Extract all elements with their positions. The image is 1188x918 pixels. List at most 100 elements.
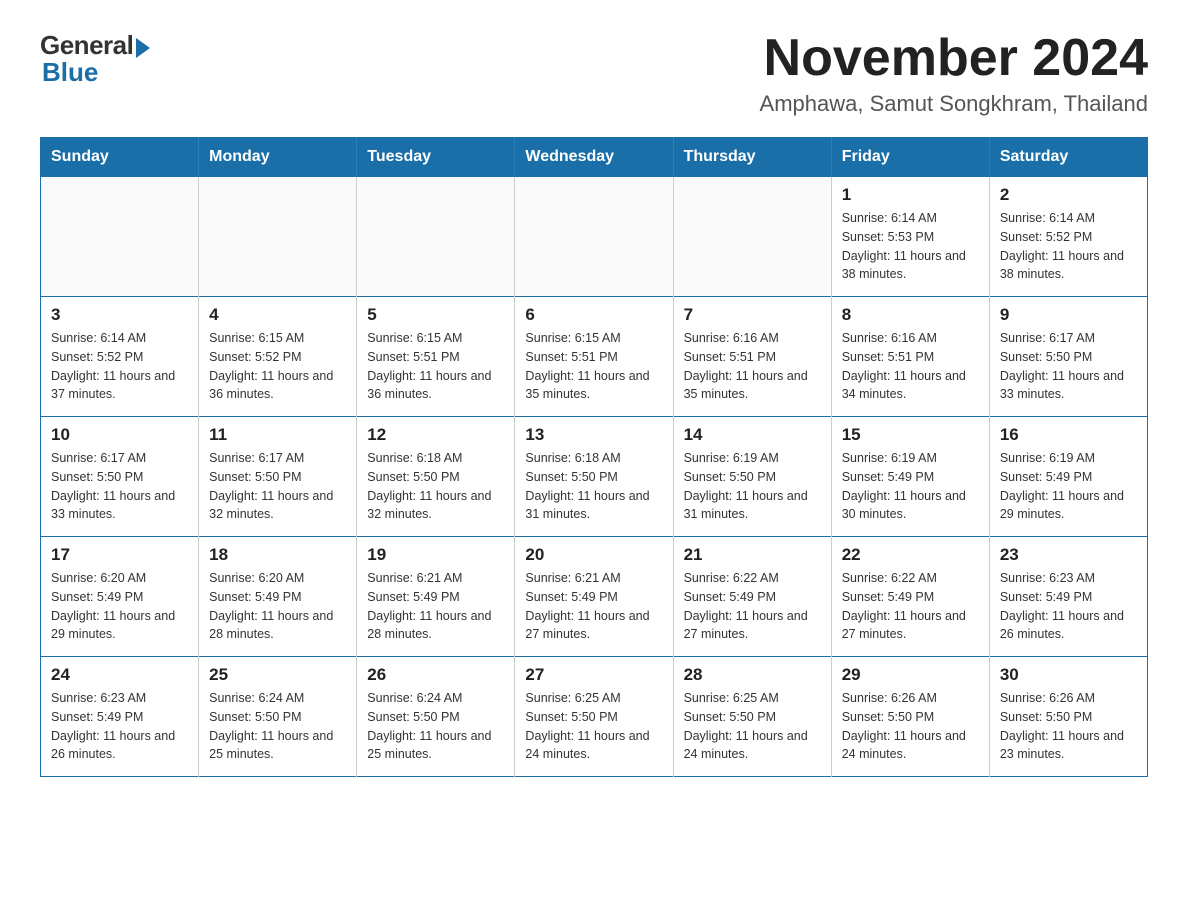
calendar-cell: 16 Sunrise: 6:19 AM Sunset: 5:49 PM Dayli… <box>989 417 1147 537</box>
calendar-subtitle: Amphawa, Samut Songkhram, Thailand <box>760 91 1148 117</box>
title-block: November 2024 Amphawa, Samut Songkhram, … <box>760 30 1148 117</box>
calendar-cell: 25 Sunrise: 6:24 AM Sunset: 5:50 PM Dayli… <box>199 657 357 777</box>
calendar-week-1: 1 Sunrise: 6:14 AM Sunset: 5:53 PM Daylig… <box>41 177 1148 297</box>
day-info: Sunrise: 6:15 AM Sunset: 5:51 PM Dayligh… <box>367 329 504 404</box>
day-info: Sunrise: 6:24 AM Sunset: 5:50 PM Dayligh… <box>209 689 346 764</box>
day-number: 29 <box>842 665 979 685</box>
day-number: 26 <box>367 665 504 685</box>
day-info: Sunrise: 6:25 AM Sunset: 5:50 PM Dayligh… <box>684 689 821 764</box>
calendar-cell: 10 Sunrise: 6:17 AM Sunset: 5:50 PM Dayli… <box>41 417 199 537</box>
calendar-cell: 14 Sunrise: 6:19 AM Sunset: 5:50 PM Dayli… <box>673 417 831 537</box>
day-info: Sunrise: 6:23 AM Sunset: 5:49 PM Dayligh… <box>1000 569 1137 644</box>
day-info: Sunrise: 6:20 AM Sunset: 5:49 PM Dayligh… <box>51 569 188 644</box>
day-info: Sunrise: 6:19 AM Sunset: 5:50 PM Dayligh… <box>684 449 821 524</box>
day-info: Sunrise: 6:18 AM Sunset: 5:50 PM Dayligh… <box>525 449 662 524</box>
day-info: Sunrise: 6:16 AM Sunset: 5:51 PM Dayligh… <box>842 329 979 404</box>
calendar-week-3: 10 Sunrise: 6:17 AM Sunset: 5:50 PM Dayli… <box>41 417 1148 537</box>
day-number: 11 <box>209 425 346 445</box>
calendar-cell: 19 Sunrise: 6:21 AM Sunset: 5:49 PM Dayli… <box>357 537 515 657</box>
calendar-cell: 15 Sunrise: 6:19 AM Sunset: 5:49 PM Dayli… <box>831 417 989 537</box>
calendar-cell: 11Sunrise: 6:17 AM Sunset: 5:50 PM Dayli… <box>199 417 357 537</box>
day-info: Sunrise: 6:17 AM Sunset: 5:50 PM Dayligh… <box>1000 329 1137 404</box>
calendar-week-5: 24 Sunrise: 6:23 AM Sunset: 5:49 PM Dayli… <box>41 657 1148 777</box>
day-number: 6 <box>525 305 662 325</box>
day-info: Sunrise: 6:22 AM Sunset: 5:49 PM Dayligh… <box>684 569 821 644</box>
calendar-cell: 5 Sunrise: 6:15 AM Sunset: 5:51 PM Daylig… <box>357 297 515 417</box>
day-info: Sunrise: 6:26 AM Sunset: 5:50 PM Dayligh… <box>1000 689 1137 764</box>
day-number: 20 <box>525 545 662 565</box>
calendar-cell: 29 Sunrise: 6:26 AM Sunset: 5:50 PM Dayli… <box>831 657 989 777</box>
logo-arrow-icon <box>136 38 150 58</box>
day-info: Sunrise: 6:14 AM Sunset: 5:52 PM Dayligh… <box>1000 209 1137 284</box>
day-info: Sunrise: 6:15 AM Sunset: 5:51 PM Dayligh… <box>525 329 662 404</box>
logo: General Blue <box>40 30 150 88</box>
weekday-header-saturday: Saturday <box>989 138 1147 177</box>
day-info: Sunrise: 6:17 AM Sunset: 5:50 PM Dayligh… <box>51 449 188 524</box>
day-number: 30 <box>1000 665 1137 685</box>
day-number: 2 <box>1000 185 1137 205</box>
calendar-cell: 22Sunrise: 6:22 AM Sunset: 5:49 PM Dayli… <box>831 537 989 657</box>
calendar-cell <box>199 177 357 297</box>
calendar-cell: 23 Sunrise: 6:23 AM Sunset: 5:49 PM Dayli… <box>989 537 1147 657</box>
day-info: Sunrise: 6:18 AM Sunset: 5:50 PM Dayligh… <box>367 449 504 524</box>
calendar-cell: 18 Sunrise: 6:20 AM Sunset: 5:49 PM Dayli… <box>199 537 357 657</box>
day-info: Sunrise: 6:19 AM Sunset: 5:49 PM Dayligh… <box>1000 449 1137 524</box>
day-number: 23 <box>1000 545 1137 565</box>
calendar-cell: 28 Sunrise: 6:25 AM Sunset: 5:50 PM Dayli… <box>673 657 831 777</box>
day-number: 24 <box>51 665 188 685</box>
calendar-cell <box>515 177 673 297</box>
day-info: Sunrise: 6:16 AM Sunset: 5:51 PM Dayligh… <box>684 329 821 404</box>
calendar-cell: 20 Sunrise: 6:21 AM Sunset: 5:49 PM Dayli… <box>515 537 673 657</box>
calendar-cell <box>357 177 515 297</box>
day-number: 13 <box>525 425 662 445</box>
calendar-cell: 21 Sunrise: 6:22 AM Sunset: 5:49 PM Dayli… <box>673 537 831 657</box>
weekday-header-friday: Friday <box>831 138 989 177</box>
logo-blue-text: Blue <box>42 57 98 88</box>
day-number: 9 <box>1000 305 1137 325</box>
day-info: Sunrise: 6:23 AM Sunset: 5:49 PM Dayligh… <box>51 689 188 764</box>
weekday-header-wednesday: Wednesday <box>515 138 673 177</box>
day-number: 7 <box>684 305 821 325</box>
day-number: 17 <box>51 545 188 565</box>
day-info: Sunrise: 6:21 AM Sunset: 5:49 PM Dayligh… <box>367 569 504 644</box>
weekday-header-thursday: Thursday <box>673 138 831 177</box>
day-number: 10 <box>51 425 188 445</box>
calendar-cell: 3Sunrise: 6:14 AM Sunset: 5:52 PM Daylig… <box>41 297 199 417</box>
weekday-header-sunday: Sunday <box>41 138 199 177</box>
day-number: 15 <box>842 425 979 445</box>
day-info: Sunrise: 6:26 AM Sunset: 5:50 PM Dayligh… <box>842 689 979 764</box>
calendar-week-4: 17 Sunrise: 6:20 AM Sunset: 5:49 PM Dayli… <box>41 537 1148 657</box>
day-info: Sunrise: 6:19 AM Sunset: 5:49 PM Dayligh… <box>842 449 979 524</box>
day-number: 28 <box>684 665 821 685</box>
day-number: 18 <box>209 545 346 565</box>
calendar-cell: 17 Sunrise: 6:20 AM Sunset: 5:49 PM Dayli… <box>41 537 199 657</box>
calendar-table: SundayMondayTuesdayWednesdayThursdayFrid… <box>40 137 1148 777</box>
calendar-cell: 2 Sunrise: 6:14 AM Sunset: 5:52 PM Daylig… <box>989 177 1147 297</box>
day-number: 27 <box>525 665 662 685</box>
calendar-header-row: SundayMondayTuesdayWednesdayThursdayFrid… <box>41 138 1148 177</box>
day-info: Sunrise: 6:15 AM Sunset: 5:52 PM Dayligh… <box>209 329 346 404</box>
day-info: Sunrise: 6:25 AM Sunset: 5:50 PM Dayligh… <box>525 689 662 764</box>
calendar-cell <box>41 177 199 297</box>
day-number: 1 <box>842 185 979 205</box>
calendar-cell: 13 Sunrise: 6:18 AM Sunset: 5:50 PM Dayli… <box>515 417 673 537</box>
calendar-cell: 1 Sunrise: 6:14 AM Sunset: 5:53 PM Daylig… <box>831 177 989 297</box>
calendar-cell: 9 Sunrise: 6:17 AM Sunset: 5:50 PM Daylig… <box>989 297 1147 417</box>
day-number: 14 <box>684 425 821 445</box>
calendar-cell: 8Sunrise: 6:16 AM Sunset: 5:51 PM Daylig… <box>831 297 989 417</box>
day-number: 4 <box>209 305 346 325</box>
day-number: 16 <box>1000 425 1137 445</box>
calendar-cell: 30 Sunrise: 6:26 AM Sunset: 5:50 PM Dayli… <box>989 657 1147 777</box>
day-number: 12 <box>367 425 504 445</box>
calendar-cell: 24 Sunrise: 6:23 AM Sunset: 5:49 PM Dayli… <box>41 657 199 777</box>
day-number: 25 <box>209 665 346 685</box>
day-number: 21 <box>684 545 821 565</box>
day-info: Sunrise: 6:21 AM Sunset: 5:49 PM Dayligh… <box>525 569 662 644</box>
day-number: 19 <box>367 545 504 565</box>
calendar-cell: 27 Sunrise: 6:25 AM Sunset: 5:50 PM Dayli… <box>515 657 673 777</box>
day-number: 22 <box>842 545 979 565</box>
day-info: Sunrise: 6:14 AM Sunset: 5:53 PM Dayligh… <box>842 209 979 284</box>
calendar-cell: 7 Sunrise: 6:16 AM Sunset: 5:51 PM Daylig… <box>673 297 831 417</box>
day-number: 5 <box>367 305 504 325</box>
day-info: Sunrise: 6:20 AM Sunset: 5:49 PM Dayligh… <box>209 569 346 644</box>
